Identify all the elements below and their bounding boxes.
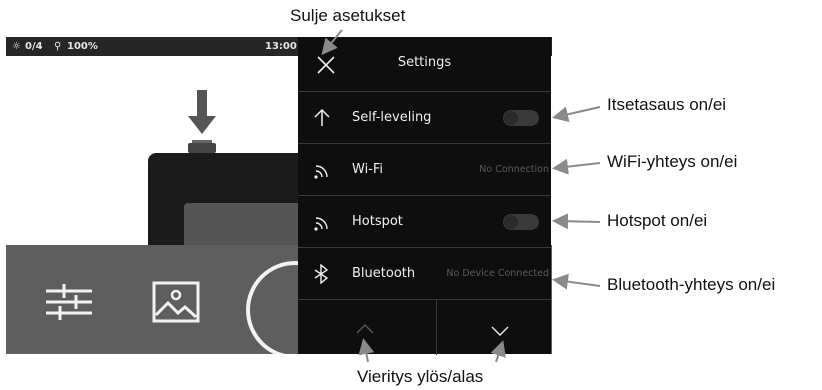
- wifi-status: No Connection: [479, 164, 549, 175]
- settings-panel: Settings Self-leveling Wi-Fi No Connecti…: [298, 37, 551, 355]
- wifi-label: Wi-Fi: [352, 162, 384, 177]
- settings-row-self-leveling[interactable]: Self-leveling: [298, 91, 551, 144]
- scroll-down-button[interactable]: [437, 300, 563, 355]
- device-knob: [188, 143, 216, 153]
- settings-row-hotspot[interactable]: Hotspot: [298, 195, 551, 248]
- sliders-icon[interactable]: [46, 283, 92, 321]
- clock: 13:00: [265, 41, 297, 52]
- scroll-up-button[interactable]: [298, 300, 424, 355]
- hotspot-icon: [314, 217, 328, 231]
- callout-hotspot: Hotspot on/ei: [607, 211, 708, 230]
- callout-self-leveling: Itsetasaus on/ei: [607, 95, 727, 114]
- level-icon: ☼: [12, 41, 21, 52]
- wifi-icon: [314, 165, 328, 179]
- chevron-down-icon: [491, 326, 509, 336]
- hotspot-label: Hotspot: [352, 214, 403, 229]
- hotspot-toggle[interactable]: [503, 214, 539, 230]
- settings-row-wifi[interactable]: Wi-Fi No Connection: [298, 143, 551, 196]
- callout-bluetooth: Bluetooth-yhteys on/ei: [607, 275, 776, 294]
- bluetooth-label: Bluetooth: [352, 266, 416, 281]
- callout-scroll: Vieritys ylös/alas: [357, 367, 484, 386]
- chevron-up-icon: [356, 324, 374, 334]
- self-leveling-toggle[interactable]: [503, 110, 539, 126]
- image-icon[interactable]: [152, 281, 200, 323]
- callout-wifi: WiFi-yhteys on/ei: [607, 152, 738, 171]
- level-value: 0/4: [25, 41, 43, 52]
- zoom-icon: ⚲: [54, 41, 62, 52]
- self-leveling-label: Self-leveling: [352, 110, 432, 125]
- panel-title: Settings: [397, 55, 452, 70]
- bluetooth-icon: [314, 264, 329, 284]
- battery-value: 100%: [67, 41, 98, 52]
- callout-close: Sulje asetukset: [290, 6, 406, 25]
- pointer-arrow-icon: [197, 90, 207, 118]
- scroll-controls: [298, 299, 551, 355]
- pointer-arrow-head: [188, 116, 216, 134]
- bluetooth-status: No Device Connected: [446, 268, 549, 279]
- settings-row-bluetooth[interactable]: Bluetooth No Device Connected: [298, 247, 551, 300]
- arrow-up-icon: [314, 108, 330, 126]
